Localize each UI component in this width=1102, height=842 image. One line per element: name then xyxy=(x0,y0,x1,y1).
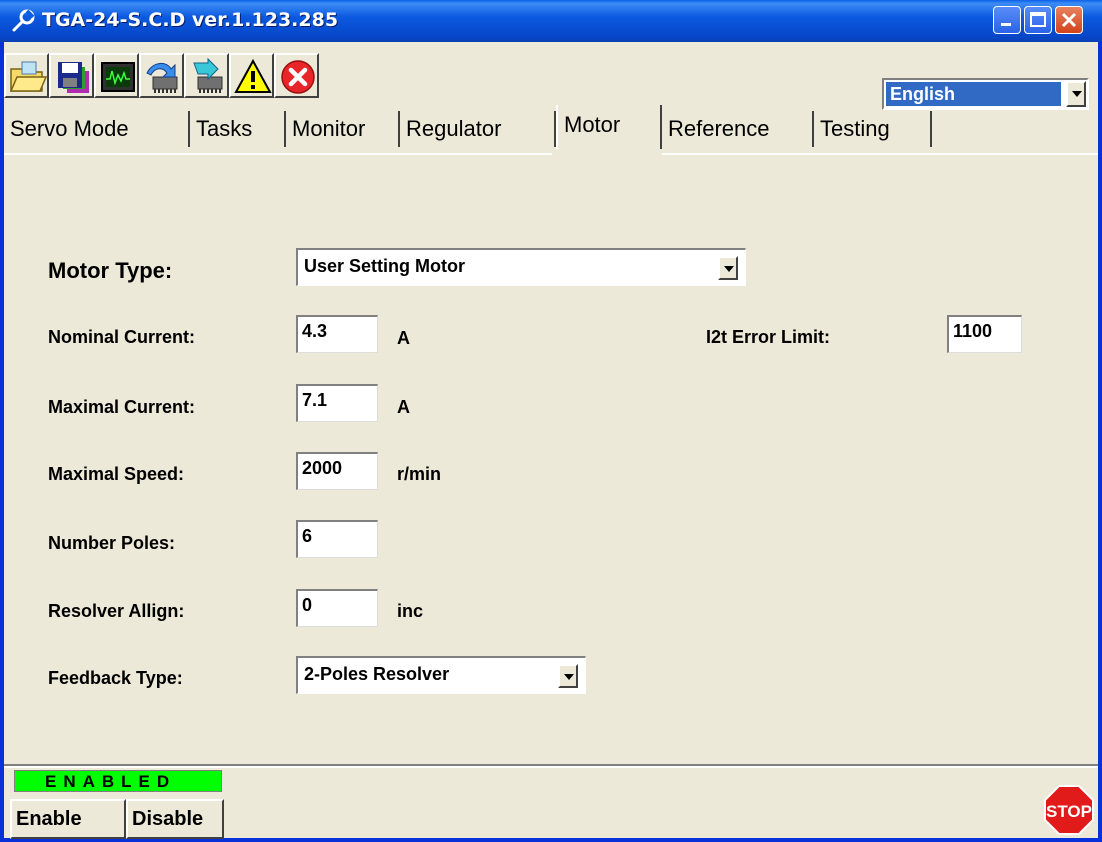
feedback-type-value: 2-Poles Resolver xyxy=(304,664,450,684)
tab-bar: Servo Mode Tasks Monitor Regulator Motor… xyxy=(4,105,1098,153)
resolver-align-unit: inc xyxy=(397,601,424,621)
tab-separator xyxy=(662,153,1098,155)
tab-motor[interactable]: Motor xyxy=(556,105,662,149)
monitor-button[interactable] xyxy=(94,53,139,98)
disable-button[interactable]: Disable xyxy=(126,799,224,839)
warning-button[interactable] xyxy=(229,53,274,98)
motor-type-select[interactable]: User Setting Motor xyxy=(296,248,746,286)
warning-icon xyxy=(234,58,272,93)
maximal-current-unit: A xyxy=(397,397,410,417)
maximal-speed-unit: r/min xyxy=(397,464,442,484)
motor-type-value: User Setting Motor xyxy=(304,256,466,276)
resolver-align-label: Resolver Allign: xyxy=(48,601,185,621)
window-title: TGA-24-S.C.D ver.1.123.285 xyxy=(42,9,339,31)
maximal-current-input[interactable]: 7.1 xyxy=(296,384,378,422)
tab-monitor[interactable]: Monitor xyxy=(286,111,400,147)
maximal-current-value: 7.1 xyxy=(302,390,328,410)
app-window: TGA-24-S.C.D ver.1.123.285 English Servo… xyxy=(0,0,1102,842)
maximal-current-label: Maximal Current: xyxy=(48,397,196,417)
close-icon xyxy=(1061,12,1077,28)
resolver-align-input[interactable]: 0 xyxy=(296,589,378,627)
open-folder-icon xyxy=(9,61,48,92)
nominal-current-label: Nominal Current: xyxy=(48,327,196,347)
error-button[interactable] xyxy=(274,53,319,98)
enable-button[interactable]: Enable xyxy=(10,799,126,839)
motor-type-dropdown-button[interactable] xyxy=(718,256,738,280)
nominal-current-input[interactable]: 4.3 xyxy=(296,315,378,353)
number-poles-value: 6 xyxy=(302,526,313,546)
language-dropdown-button[interactable] xyxy=(1066,81,1086,107)
number-poles-input[interactable]: 6 xyxy=(296,520,378,558)
maximize-icon xyxy=(1030,12,1046,27)
minimize-button[interactable] xyxy=(993,6,1021,34)
number-poles-label: Number Poles: xyxy=(48,533,176,553)
tab-servo-mode[interactable]: Servo Mode xyxy=(4,111,190,147)
nominal-current-unit: A xyxy=(397,328,410,348)
chip-transfer-icon xyxy=(146,63,178,93)
save-button[interactable] xyxy=(49,53,94,98)
i2t-error-limit-value: 1100 xyxy=(953,321,993,341)
i2t-error-limit-input[interactable]: 1100 xyxy=(947,315,1022,353)
error-icon xyxy=(281,60,315,94)
language-select[interactable]: English xyxy=(882,78,1089,110)
maximal-speed-label: Maximal Speed: xyxy=(48,464,185,484)
maximal-speed-input[interactable]: 2000 xyxy=(296,452,378,490)
status-divider xyxy=(4,764,1098,768)
feedback-type-label: Feedback Type: xyxy=(48,668,183,688)
tab-tasks[interactable]: Tasks xyxy=(190,111,286,147)
save-icon xyxy=(58,62,89,93)
chip-upload-icon xyxy=(193,57,223,93)
stop-label: STOP xyxy=(1046,802,1092,821)
stop-button[interactable]: STOP xyxy=(1044,785,1094,835)
client-area: English xyxy=(4,42,1098,838)
maximal-speed-value: 2000 xyxy=(302,458,343,478)
title-bar[interactable]: TGA-24-S.C.D ver.1.123.285 xyxy=(0,0,1102,42)
oscilloscope-icon xyxy=(101,62,135,92)
nominal-current-value: 4.3 xyxy=(302,321,328,341)
maximize-button[interactable] xyxy=(1024,6,1052,34)
feedback-type-dropdown-button[interactable] xyxy=(558,664,578,688)
wrench-icon xyxy=(12,9,35,32)
tab-regulator[interactable]: Regulator xyxy=(400,111,556,147)
resolver-align-value: 0 xyxy=(302,595,313,615)
language-value: English xyxy=(886,82,1061,106)
tab-separator xyxy=(4,153,552,155)
close-window-button[interactable] xyxy=(1055,6,1083,34)
feedback-type-select[interactable]: 2-Poles Resolver xyxy=(296,656,586,694)
download-button[interactable] xyxy=(139,53,184,98)
i2t-error-limit-label: I2t Error Limit: xyxy=(706,327,831,347)
tab-testing[interactable]: Testing xyxy=(814,111,932,147)
open-button[interactable] xyxy=(4,53,49,98)
motor-type-label: Motor Type: xyxy=(48,258,173,283)
minimize-icon xyxy=(1001,23,1011,26)
tab-reference[interactable]: Reference xyxy=(662,111,814,147)
status-indicator: ENABLED xyxy=(14,770,222,792)
upload-button[interactable] xyxy=(184,53,229,98)
